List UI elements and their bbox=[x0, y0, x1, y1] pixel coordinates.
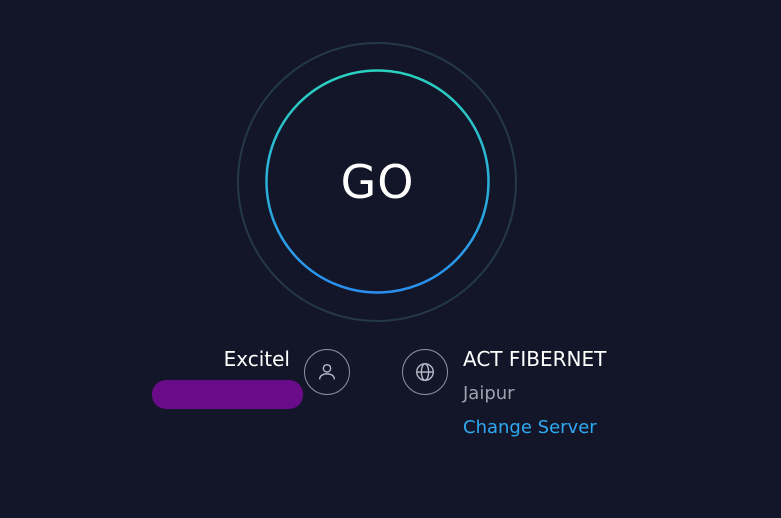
server-location: Jaipur bbox=[463, 383, 515, 404]
go-button[interactable]: GO bbox=[265, 69, 490, 294]
change-server-link[interactable]: Change Server bbox=[463, 417, 597, 438]
redacted-ip-address bbox=[152, 380, 303, 409]
go-label: GO bbox=[340, 154, 415, 209]
server-name: ACT FIBERNET bbox=[463, 347, 607, 371]
globe-icon bbox=[402, 349, 448, 395]
client-isp-name: Excitel bbox=[223, 347, 290, 371]
user-icon bbox=[304, 349, 350, 395]
speedtest-panel: GO Excitel ACT FIBERNET Jaipur Change Se… bbox=[0, 0, 781, 518]
